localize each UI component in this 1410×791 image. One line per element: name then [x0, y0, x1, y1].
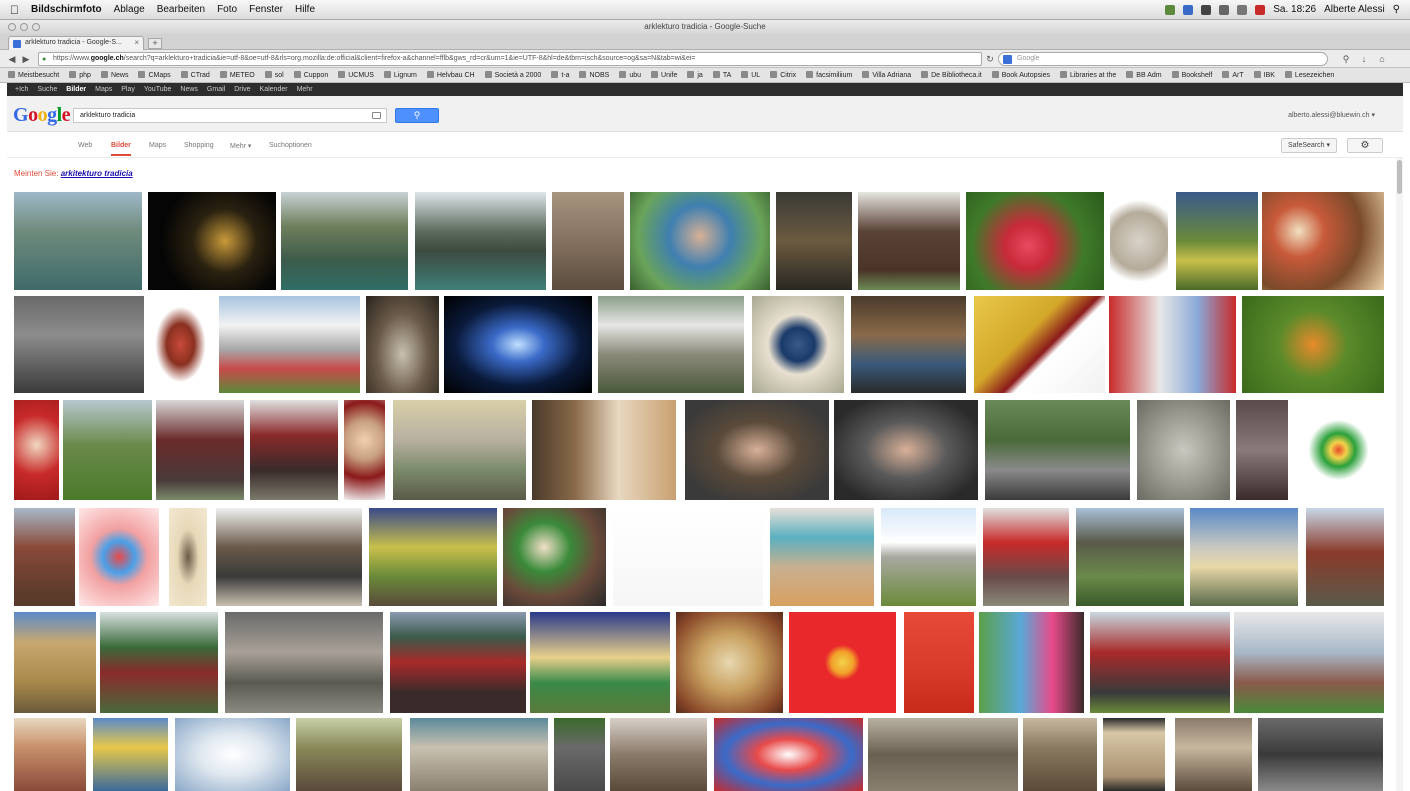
- image-thumbnail[interactable]: [1236, 400, 1288, 500]
- image-thumbnail[interactable]: [1109, 296, 1236, 393]
- image-thumbnail[interactable]: [1190, 508, 1298, 606]
- image-thumbnail[interactable]: [14, 718, 86, 791]
- image-thumbnail[interactable]: [225, 612, 383, 713]
- image-thumbnail[interactable]: [974, 296, 1105, 393]
- image-thumbnail[interactable]: [1242, 296, 1384, 393]
- image-thumbnail[interactable]: [1294, 400, 1383, 500]
- image-thumbnail[interactable]: [169, 508, 207, 606]
- image-results-grid: [0, 0, 1410, 791]
- image-thumbnail[interactable]: [630, 192, 770, 290]
- image-thumbnail[interactable]: [613, 508, 763, 606]
- image-thumbnail[interactable]: [858, 192, 960, 290]
- image-thumbnail[interactable]: [93, 718, 168, 791]
- image-thumbnail[interactable]: [503, 508, 606, 606]
- image-thumbnail[interactable]: [983, 508, 1069, 606]
- image-thumbnail[interactable]: [369, 508, 497, 606]
- image-thumbnail[interactable]: [444, 296, 592, 393]
- image-thumbnail[interactable]: [79, 508, 159, 606]
- image-thumbnail[interactable]: [554, 718, 605, 791]
- image-thumbnail[interactable]: [1023, 718, 1097, 791]
- image-thumbnail[interactable]: [1103, 718, 1165, 791]
- image-thumbnail[interactable]: [1306, 508, 1384, 606]
- image-thumbnail[interactable]: [1137, 400, 1230, 500]
- image-thumbnail[interactable]: [552, 192, 624, 290]
- image-thumbnail[interactable]: [1090, 612, 1230, 713]
- image-thumbnail[interactable]: [250, 400, 338, 500]
- image-thumbnail[interactable]: [219, 296, 360, 393]
- image-thumbnail[interactable]: [14, 400, 59, 500]
- image-thumbnail[interactable]: [881, 508, 976, 606]
- image-thumbnail[interactable]: [851, 296, 966, 393]
- image-thumbnail[interactable]: [366, 296, 439, 393]
- image-thumbnail[interactable]: [390, 612, 526, 713]
- image-thumbnail[interactable]: [834, 400, 978, 500]
- image-thumbnail[interactable]: [685, 400, 829, 500]
- image-thumbnail[interactable]: [14, 296, 144, 393]
- page-scrollbar[interactable]: [1396, 158, 1403, 791]
- image-thumbnail[interactable]: [156, 400, 244, 500]
- image-thumbnail[interactable]: [1175, 718, 1252, 791]
- image-thumbnail[interactable]: [175, 718, 290, 791]
- image-thumbnail[interactable]: [714, 718, 863, 791]
- image-thumbnail[interactable]: [770, 508, 874, 606]
- image-thumbnail[interactable]: [1076, 508, 1184, 606]
- image-thumbnail[interactable]: [966, 192, 1104, 290]
- image-thumbnail[interactable]: [985, 400, 1130, 500]
- image-thumbnail[interactable]: [532, 400, 676, 500]
- image-thumbnail[interactable]: [410, 718, 548, 791]
- image-thumbnail[interactable]: [281, 192, 408, 290]
- image-thumbnail[interactable]: [789, 612, 896, 713]
- image-thumbnail[interactable]: [530, 612, 670, 713]
- image-thumbnail[interactable]: [1110, 192, 1168, 290]
- image-thumbnail[interactable]: [979, 612, 1084, 713]
- image-thumbnail[interactable]: [148, 192, 276, 290]
- image-thumbnail[interactable]: [776, 192, 852, 290]
- image-thumbnail[interactable]: [63, 400, 152, 500]
- image-thumbnail[interactable]: [148, 296, 213, 393]
- image-thumbnail[interactable]: [676, 612, 783, 713]
- image-thumbnail[interactable]: [393, 400, 526, 500]
- image-thumbnail[interactable]: [100, 612, 218, 713]
- image-thumbnail[interactable]: [1258, 718, 1383, 791]
- image-thumbnail[interactable]: [752, 296, 844, 393]
- image-thumbnail[interactable]: [296, 718, 402, 791]
- image-thumbnail[interactable]: [14, 192, 142, 290]
- scrollbar-thumb[interactable]: [1397, 160, 1402, 194]
- image-thumbnail[interactable]: [216, 508, 362, 606]
- image-thumbnail[interactable]: [1176, 192, 1258, 290]
- image-thumbnail[interactable]: [344, 400, 385, 500]
- image-thumbnail[interactable]: [14, 612, 96, 713]
- image-thumbnail[interactable]: [1234, 612, 1384, 713]
- image-thumbnail[interactable]: [415, 192, 546, 290]
- image-thumbnail[interactable]: [904, 612, 974, 713]
- image-thumbnail[interactable]: [598, 296, 744, 393]
- image-thumbnail[interactable]: [610, 718, 707, 791]
- image-thumbnail[interactable]: [868, 718, 1018, 791]
- image-thumbnail[interactable]: [14, 508, 75, 606]
- image-thumbnail[interactable]: [1262, 192, 1384, 290]
